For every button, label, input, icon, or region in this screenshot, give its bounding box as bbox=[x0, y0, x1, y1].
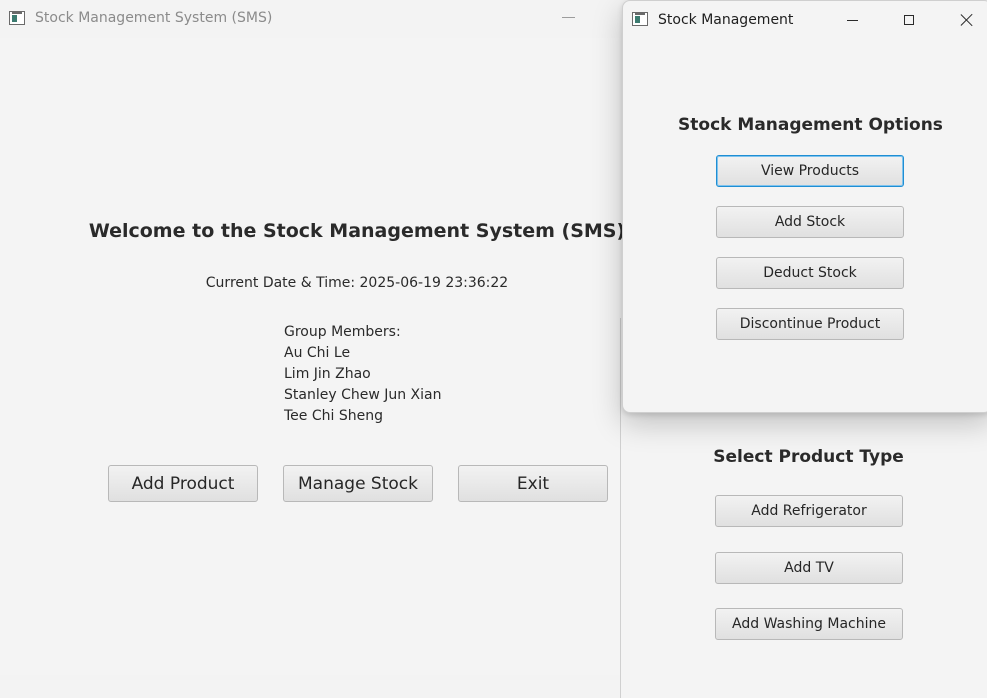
current-datetime: Current Date & Time: 2025-06-19 23:36:22 bbox=[205, 275, 509, 291]
add-product-button[interactable]: Add Product bbox=[108, 465, 258, 502]
main-window-title: Stock Management System (SMS) bbox=[35, 10, 273, 26]
member-name: Stanley Chew Jun Xian bbox=[284, 387, 442, 403]
group-members: Group Members: Au Chi Le Lim Jin Zhao St… bbox=[284, 322, 442, 427]
add-stock-button[interactable]: Add Stock bbox=[716, 206, 904, 238]
exit-button[interactable]: Exit bbox=[458, 465, 608, 502]
add-tv-button[interactable]: Add TV bbox=[715, 552, 903, 584]
app-icon bbox=[9, 11, 25, 25]
app-icon bbox=[632, 12, 648, 26]
minimize-icon[interactable] bbox=[562, 17, 575, 18]
deduct-stock-button[interactable]: Deduct Stock bbox=[716, 257, 904, 289]
view-products-button[interactable]: View Products bbox=[716, 155, 904, 187]
manage-stock-button[interactable]: Manage Stock bbox=[283, 465, 433, 502]
add-washing-machine-button[interactable]: Add Washing Machine bbox=[715, 608, 903, 640]
close-icon bbox=[960, 13, 974, 27]
member-name: Tee Chi Sheng bbox=[284, 408, 383, 424]
product-type-heading: Select Product Type bbox=[713, 447, 904, 467]
discontinue-product-button[interactable]: Discontinue Product bbox=[716, 308, 904, 340]
add-refrigerator-button[interactable]: Add Refrigerator bbox=[715, 495, 903, 527]
members-heading: Group Members: bbox=[284, 324, 401, 340]
minimize-icon bbox=[846, 19, 858, 21]
welcome-heading: Welcome to the Stock Management System (… bbox=[88, 220, 626, 242]
member-name: Lim Jin Zhao bbox=[284, 366, 371, 382]
minimize-button[interactable] bbox=[840, 9, 864, 31]
stock-options-heading: Stock Management Options bbox=[678, 115, 943, 135]
close-button[interactable] bbox=[955, 9, 979, 31]
stock-management-window: Stock Management Stock Management Option… bbox=[622, 0, 987, 413]
maximize-icon bbox=[904, 15, 914, 25]
stock-titlebar[interactable]: Stock Management bbox=[623, 1, 987, 39]
member-name: Au Chi Le bbox=[284, 345, 351, 361]
maximize-button[interactable] bbox=[897, 9, 921, 31]
stock-window-title: Stock Management bbox=[658, 12, 794, 28]
